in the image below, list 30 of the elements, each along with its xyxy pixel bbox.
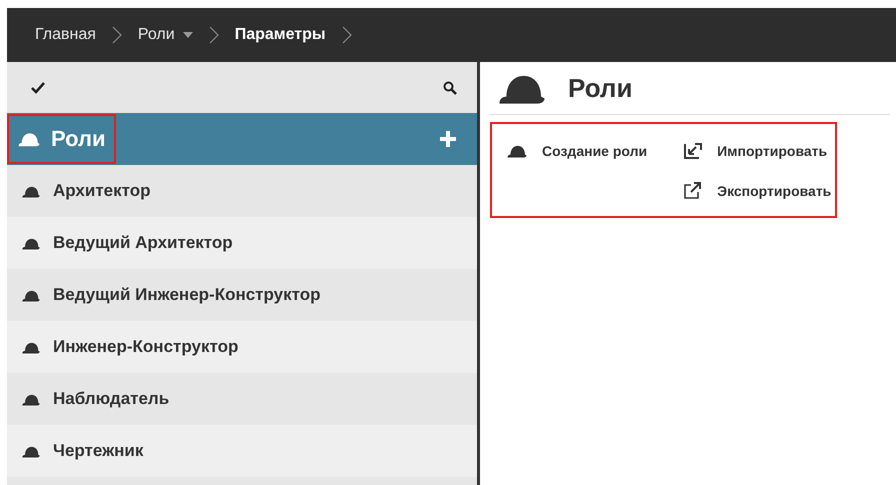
checkmark-icon[interactable] — [31, 82, 45, 94]
sidebar-title: Роли — [51, 126, 106, 152]
import-icon — [683, 142, 704, 160]
role-name: Архитектор — [53, 181, 151, 201]
breadcrumb-link[interactable]: Главная — [35, 26, 96, 44]
role-list-item[interactable]: Ведущий Архитектор — [7, 217, 477, 269]
plus-icon[interactable] — [439, 130, 457, 148]
search-icon[interactable] — [443, 80, 457, 94]
external-link-icon — [683, 182, 704, 200]
role-list-item[interactable]: Архитектор — [7, 165, 477, 217]
role-name: Чертежник — [53, 441, 144, 461]
caret-icon[interactable] — [182, 32, 193, 38]
hard-hat-icon — [506, 143, 528, 159]
action-link[interactable]: Создание роли — [506, 142, 648, 160]
role-list-item[interactable]: Инженер-Конструктор — [7, 321, 477, 373]
role-name: Инженер-Конструктор — [53, 337, 238, 357]
role-name: Ведущий Инженер-Конструктор — [53, 285, 320, 305]
role-list-item[interactable]: Наблюдатель — [7, 373, 477, 425]
chevron-icon — [208, 26, 219, 44]
role-list-item[interactable]: Ведущий Инженер-Конструктор — [7, 269, 477, 321]
page-title: Роли — [568, 72, 632, 104]
chevron-icon — [342, 26, 352, 44]
action-link[interactable]: Экспортировать — [683, 182, 832, 200]
breadcrumb-link[interactable]: Роли — [138, 26, 175, 44]
action-link[interactable]: Импортировать — [683, 142, 832, 160]
role-list-item[interactable]: Чертежник — [7, 425, 477, 477]
chevron-icon — [112, 26, 122, 44]
role-name: Наблюдатель — [53, 389, 170, 409]
breadcrumb-link[interactable]: Параметры — [234, 26, 326, 44]
role-name: Ведущий Архитектор — [53, 233, 233, 253]
